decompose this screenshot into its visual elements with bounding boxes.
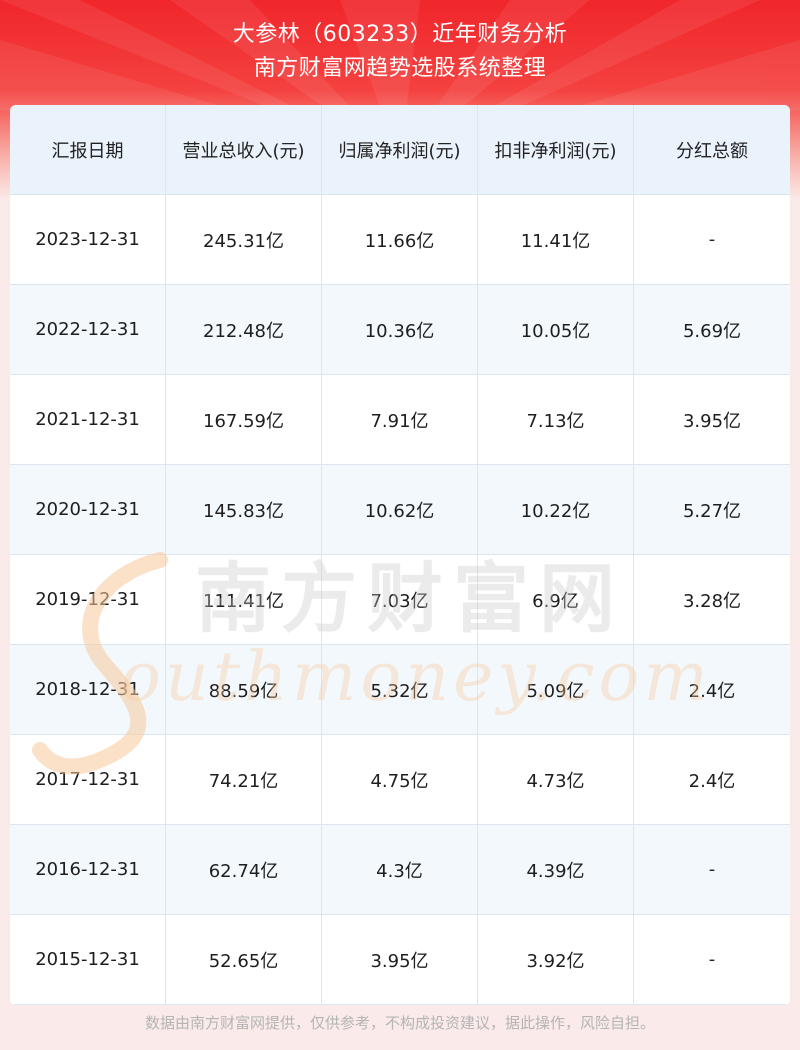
cell-net-profit: 4.3亿 [322, 825, 478, 915]
column-header-revenue: 营业总收入(元) [166, 105, 322, 195]
cell-deducted-net-profit: 10.05亿 [478, 285, 634, 375]
cell-dividend: 5.27亿 [634, 465, 790, 555]
cell-date: 2023-12-31 [10, 195, 166, 285]
cell-deducted-net-profit: 11.41亿 [478, 195, 634, 285]
cell-net-profit: 11.66亿 [322, 195, 478, 285]
cell-date: 2018-12-31 [10, 645, 166, 735]
cell-dividend: 2.4亿 [634, 645, 790, 735]
table-row: 2017-12-31 74.21亿 4.75亿 4.73亿 2.4亿 [10, 735, 790, 825]
cell-date: 2019-12-31 [10, 555, 166, 645]
column-header-deducted-net-profit: 扣非净利润(元) [478, 105, 634, 195]
cell-deducted-net-profit: 10.22亿 [478, 465, 634, 555]
page-title-block: 大参林（603233）近年财务分析 南方财富网趋势选股系统整理 [0, 18, 800, 86]
column-header-net-profit: 归属净利润(元) [322, 105, 478, 195]
cell-deducted-net-profit: 7.13亿 [478, 375, 634, 465]
cell-revenue: 145.83亿 [166, 465, 322, 555]
table-row: 2020-12-31 145.83亿 10.62亿 10.22亿 5.27亿 [10, 465, 790, 555]
page-title: 大参林（603233）近年财务分析 [232, 22, 568, 47]
cell-net-profit: 5.32亿 [322, 645, 478, 735]
cell-dividend: 3.95亿 [634, 375, 790, 465]
cell-revenue: 74.21亿 [166, 735, 322, 825]
cell-revenue: 212.48亿 [166, 285, 322, 375]
cell-dividend: - [634, 915, 790, 1005]
cell-deducted-net-profit: 3.92亿 [478, 915, 634, 1005]
cell-revenue: 62.74亿 [166, 825, 322, 915]
cell-revenue: 111.41亿 [166, 555, 322, 645]
cell-deducted-net-profit: 6.9亿 [478, 555, 634, 645]
table-row: 2019-12-31 111.41亿 7.03亿 6.9亿 3.28亿 [10, 555, 790, 645]
column-header-dividend: 分红总额 [634, 105, 790, 195]
cell-dividend: 3.28亿 [634, 555, 790, 645]
cell-dividend: 5.69亿 [634, 285, 790, 375]
cell-date: 2021-12-31 [10, 375, 166, 465]
cell-net-profit: 4.75亿 [322, 735, 478, 825]
cell-net-profit: 7.91亿 [322, 375, 478, 465]
cell-date: 2016-12-31 [10, 825, 166, 915]
cell-date: 2022-12-31 [10, 285, 166, 375]
footer-disclaimer: 数据由南方财富网提供，仅供参考，不构成投资建议，据此操作，风险自担。 [144, 1014, 655, 1032]
cell-dividend: 2.4亿 [634, 735, 790, 825]
cell-date: 2020-12-31 [10, 465, 166, 555]
cell-revenue: 52.65亿 [166, 915, 322, 1005]
column-header-date: 汇报日期 [10, 105, 166, 195]
table-row: 2015-12-31 52.65亿 3.95亿 3.92亿 - [10, 915, 790, 1005]
cell-deducted-net-profit: 5.09亿 [478, 645, 634, 735]
table-header-row: 汇报日期 营业总收入(元) 归属净利润(元) 扣非净利润(元) 分红总额 [10, 105, 790, 195]
table-row: 2022-12-31 212.48亿 10.36亿 10.05亿 5.69亿 [10, 285, 790, 375]
cell-net-profit: 10.36亿 [322, 285, 478, 375]
cell-net-profit: 3.95亿 [322, 915, 478, 1005]
cell-revenue: 88.59亿 [166, 645, 322, 735]
cell-date: 2017-12-31 [10, 735, 166, 825]
cell-deducted-net-profit: 4.39亿 [478, 825, 634, 915]
cell-dividend: - [634, 195, 790, 285]
cell-net-profit: 10.62亿 [322, 465, 478, 555]
cell-dividend: - [634, 825, 790, 915]
page-subtitle: 南方财富网趋势选股系统整理 [253, 56, 547, 81]
table-row: 2021-12-31 167.59亿 7.91亿 7.13亿 3.95亿 [10, 375, 790, 465]
cell-net-profit: 7.03亿 [322, 555, 478, 645]
financial-table: 汇报日期 营业总收入(元) 归属净利润(元) 扣非净利润(元) 分红总额 202… [10, 105, 790, 1005]
table-row: 2023-12-31 245.31亿 11.66亿 11.41亿 - [10, 195, 790, 285]
cell-revenue: 245.31亿 [166, 195, 322, 285]
table-row: 2018-12-31 88.59亿 5.32亿 5.09亿 2.4亿 [10, 645, 790, 735]
cell-deducted-net-profit: 4.73亿 [478, 735, 634, 825]
table-row: 2016-12-31 62.74亿 4.3亿 4.39亿 - [10, 825, 790, 915]
cell-revenue: 167.59亿 [166, 375, 322, 465]
cell-date: 2015-12-31 [10, 915, 166, 1005]
